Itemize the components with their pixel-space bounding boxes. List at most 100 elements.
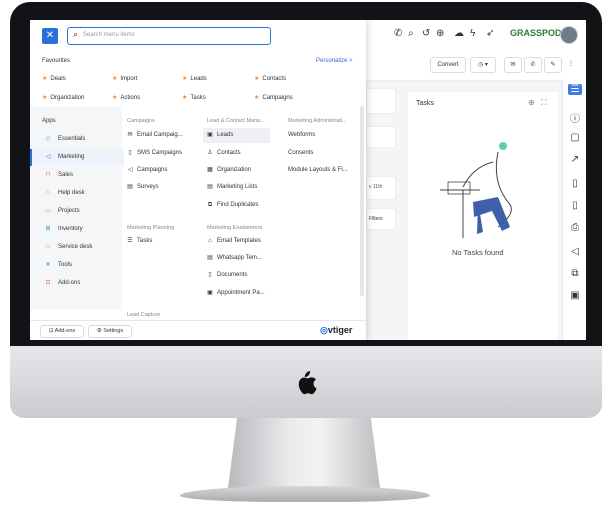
fav-tasks[interactable]: ★ Tasks — [182, 94, 206, 101]
avatar[interactable] — [560, 26, 578, 44]
survey-icon: ▤ — [127, 184, 133, 190]
no-tasks-text: No Tasks found — [452, 248, 504, 257]
menu-surveys[interactable]: ▤ Surveys — [126, 180, 186, 195]
fav-actions[interactable]: ★ Actions — [112, 94, 140, 101]
menu-webforms[interactable]: Webforms — [288, 128, 358, 143]
filters-label[interactable]: Filters — [369, 216, 383, 222]
boxes-icon: ⊞ — [45, 226, 51, 232]
apple-logo-icon — [298, 371, 317, 395]
app-essentials[interactable]: ◇ Essentials — [30, 131, 122, 148]
personalize-link[interactable]: Personalize > — [316, 58, 353, 64]
chart-icon[interactable]: ↗ — [569, 154, 581, 165]
app-add-ons[interactable]: ⊡ Add-ons — [30, 275, 122, 292]
rocket-icon[interactable]: ➶ — [486, 28, 494, 39]
app-menu: ✕ ⌕ Search menu items Favourites Persona… — [30, 20, 366, 340]
mail-button[interactable]: ✉ — [504, 57, 522, 73]
menu-scrollbar[interactable] — [360, 106, 364, 296]
marketing-admin-column-title: Marketing Administrati... — [288, 118, 347, 124]
tasks-title: Tasks — [416, 100, 434, 107]
calendar-icon[interactable]: ▢ — [569, 132, 581, 143]
expand-icon[interactable]: ⛶ — [541, 98, 547, 108]
building-icon: ▦ — [207, 167, 213, 173]
settings-button[interactable]: ⚙ Settings — [88, 325, 132, 338]
call-button[interactable]: ✆ — [524, 57, 542, 73]
menu-module-layouts[interactable]: Module Layouts & Fi... — [288, 163, 358, 178]
tools-icon: ✕ — [45, 262, 51, 268]
more-button[interactable]: ⋮ — [564, 57, 578, 71]
bolt-icon[interactable]: ϟ — [470, 28, 475, 39]
clock-dropdown-button[interactable]: ◷ ▾ — [470, 57, 496, 73]
info-icon[interactable]: ⓘ — [569, 110, 581, 125]
fav-import[interactable]: ★ Import — [112, 75, 137, 82]
monitor-icon: ▭ — [45, 244, 51, 250]
megaphone-icon: ◁ — [127, 167, 133, 173]
cloud-icon[interactable]: ☁ — [454, 28, 464, 39]
menu-find-duplicates[interactable]: ⧉ Find Duplicates — [206, 198, 270, 213]
apps-sidebar: Apps ◇ Essentials ◁ Marketing ⊓ Sales ∩ Help… — [30, 106, 124, 310]
app-help-desk[interactable]: ∩ Help desk — [30, 185, 122, 202]
megaphone-icon[interactable]: ◁ — [569, 246, 581, 257]
person-icon: ♙ — [207, 150, 213, 156]
app-projects[interactable]: ▭ Projects — [30, 203, 122, 220]
phone-icon[interactable]: ✆ — [394, 28, 402, 39]
app-inventory[interactable]: ⊞ Inventory — [30, 221, 122, 238]
search-icon[interactable]: ⌕ — [408, 28, 414, 39]
history-icon[interactable]: ↺ — [422, 28, 430, 39]
convert-button[interactable]: Convert — [430, 57, 466, 73]
right-toolbar: ☰ ⓘ ▢ ↗ ▯ ▯ ⎙ ◁ ⧉ ▣ ? — [562, 80, 586, 340]
menu-whatsapp-templates[interactable]: ▤ Whatsapp Tem... — [206, 251, 270, 266]
vtiger-logo-icon: ◎ — [320, 325, 328, 335]
menu-contacts[interactable]: ♙ Contacts — [206, 146, 270, 161]
add-task-icon[interactable]: ⊕ — [528, 98, 535, 107]
app-service-desk[interactable]: ▭ Service desk — [30, 239, 122, 256]
menu-marketing-lists[interactable]: ▤ Marketing Lists — [206, 180, 270, 195]
search-input[interactable]: ⌕ Search menu items — [67, 27, 271, 45]
fav-campaigns[interactable]: ★ Campaigns — [254, 94, 293, 101]
image-icon[interactable]: ▣ — [569, 290, 581, 301]
lead-contact-column-title: Lead & Contact Mana... — [207, 118, 265, 124]
app-sales[interactable]: ⊓ Sales — [30, 167, 122, 184]
lead-capture-title: Lead Capture — [127, 312, 161, 318]
copy-icon[interactable]: ⧉ — [569, 268, 581, 279]
app-tools[interactable]: ✕ Tools — [30, 257, 122, 274]
list-icon[interactable]: ☰ — [568, 84, 582, 95]
app-marketing[interactable]: ◁ Marketing — [30, 149, 124, 166]
menu-consents[interactable]: Consents — [288, 146, 358, 161]
bg-card — [366, 88, 396, 114]
menu-campaigns[interactable]: ◁ Campaigns — [126, 163, 186, 178]
menu-leads[interactable]: ▣ Leads — [203, 128, 270, 143]
bag-icon: ⊓ — [45, 172, 51, 178]
edit-button[interactable]: ✎ — [544, 57, 562, 73]
record-toolbar: Convert ◷ ▾ ✉ ✆ ✎ ⋮ — [366, 50, 586, 81]
apps-title: Apps — [42, 118, 56, 124]
menu-organization[interactable]: ▦ Organization — [206, 163, 270, 178]
search-placeholder: Search menu items — [83, 32, 135, 38]
menu-appointment-pages[interactable]: ▣ Appointment Pa... — [206, 286, 270, 301]
favourites-title: Favourites — [42, 58, 71, 64]
whatsapp-icon: ▤ — [207, 255, 213, 261]
tasks-icon: ☰ — [127, 238, 133, 244]
fav-leads[interactable]: ★ Leads — [182, 75, 207, 82]
addons-button[interactable]: ⊡ Add-ons — [40, 325, 84, 338]
menu-sms-campaigns[interactable]: ▯ SMS Campaigns — [126, 146, 186, 161]
campaigns-column-title: Campaigns — [127, 118, 155, 124]
file-icon[interactable]: ▯ — [569, 200, 581, 211]
marketing-planning-title: Marketing Planning — [127, 225, 175, 231]
menu-email-campaigns[interactable]: ✉ Email Campaig... — [126, 128, 186, 143]
print-icon[interactable]: ⎙ — [569, 222, 581, 233]
fav-deals[interactable]: ★ Deals — [42, 75, 66, 82]
document-icon[interactable]: ▯ — [569, 178, 581, 189]
menu-documents[interactable]: ▯ Documents — [206, 268, 270, 283]
menu-tasks[interactable]: ☰ Tasks — [126, 234, 186, 249]
duplicate-icon: ⧉ — [207, 202, 213, 208]
document-icon: ▯ — [208, 272, 212, 278]
fav-contacts[interactable]: ★ Contacts — [254, 75, 286, 82]
add-icon[interactable]: ⊕ — [436, 28, 444, 39]
menu-email-templates[interactable]: ⌂ Email Templates — [206, 234, 270, 249]
fav-organization[interactable]: ★ Organization — [42, 94, 84, 101]
briefcase-icon: ▭ — [45, 208, 51, 214]
filters-card: Filters — [366, 208, 396, 230]
close-button[interactable]: ✕ — [42, 28, 58, 44]
email-icon: ✉ — [127, 132, 133, 138]
id-card-icon: ▣ — [207, 132, 213, 138]
